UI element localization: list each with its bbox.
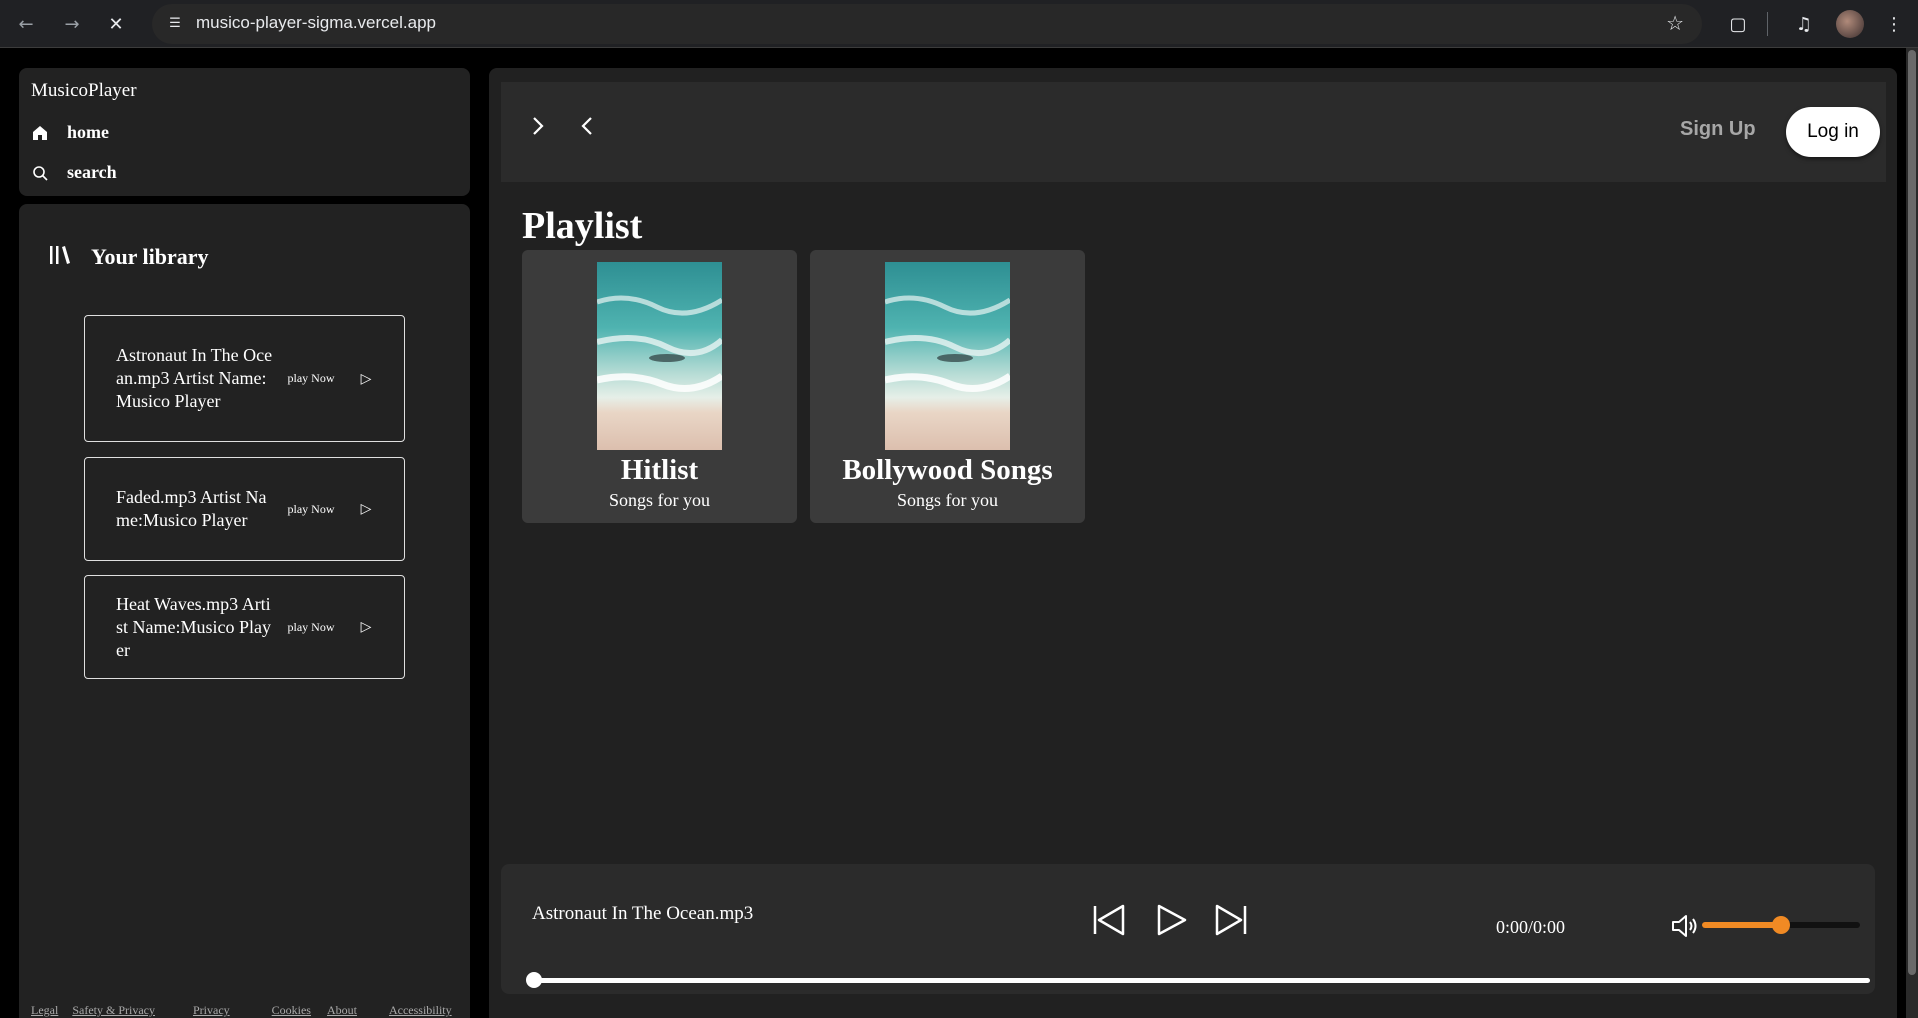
forward-icon[interactable]: →	[56, 8, 88, 40]
volume-slider-handle[interactable]	[1772, 916, 1790, 934]
song-info: Faded.mp3 Artist Name:Musico Player	[116, 487, 267, 530]
footer-links: Legal Safety & Privacy Privacy Cookies A…	[31, 1003, 452, 1018]
sidebar-item-label: home	[67, 122, 109, 142]
play-now-label[interactable]: play Now	[276, 371, 346, 386]
playlist-cover-image	[885, 262, 1010, 450]
main-header: Sign Up Log in	[501, 82, 1886, 182]
play-button[interactable]	[1153, 902, 1189, 943]
toolbar-divider	[1767, 12, 1768, 36]
playlist-card-bollywood[interactable]: Bollywood Songs Songs for you	[810, 250, 1085, 523]
media-control-icon[interactable]: ♫	[1788, 8, 1820, 40]
volume-slider[interactable]	[1702, 916, 1860, 934]
sidebar-item-search[interactable]: search	[31, 162, 117, 183]
scrollbar-thumb[interactable]	[1908, 50, 1916, 975]
sidebar-item-label: search	[67, 162, 117, 182]
play-icon[interactable]: ▷	[346, 371, 386, 387]
library-header[interactable]: Your library	[49, 244, 209, 270]
play-now-label[interactable]: play Now	[276, 620, 346, 635]
play-now-label[interactable]: play Now	[276, 502, 346, 517]
page-scrollbar[interactable]	[1906, 48, 1918, 1018]
browser-toolbar: ← → ✕ ☰ musico-player-sigma.vercel.app ☆…	[0, 0, 1918, 48]
library-icon	[49, 245, 73, 270]
playlist-card-title: Hitlist	[620, 454, 699, 486]
profile-avatar[interactable]	[1836, 10, 1864, 38]
signup-button[interactable]: Sign Up	[1680, 118, 1756, 141]
play-icon[interactable]: ▷	[346, 501, 386, 517]
list-item[interactable]: Faded.mp3 Artist Name:Musico Player play…	[84, 457, 405, 561]
sidebar-item-home[interactable]: home	[31, 122, 109, 143]
bookmark-star-icon[interactable]: ☆	[1666, 11, 1684, 35]
song-info: Heat Waves.mp3 Artist Name:Musico Player	[116, 593, 271, 660]
extensions-icon[interactable]: ▢	[1722, 8, 1754, 40]
sidebar-nav: MusicoPlayer home search	[19, 68, 470, 196]
playback-time: 0:00/0:00	[1496, 917, 1566, 937]
play-icon[interactable]: ▷	[346, 619, 386, 635]
library-panel: Your library Astronaut In The Ocean.mp3 …	[19, 204, 470, 1018]
player-bar: Astronaut In The Ocean.mp3 0:00/0:00	[501, 864, 1875, 994]
seek-bar[interactable]	[526, 972, 1870, 988]
url-text[interactable]: musico-player-sigma.vercel.app	[196, 13, 436, 33]
login-button[interactable]: Log in	[1786, 107, 1880, 157]
playlist-card-title: Bollywood Songs	[842, 454, 1053, 486]
next-track-button[interactable]	[1213, 902, 1249, 943]
playlist-card-subtitle: Songs for you	[896, 490, 998, 510]
main-panel: Sign Up Log in Playlist Hitlist Songs fo…	[489, 68, 1897, 1018]
footer-link-accessibility[interactable]: Accessibility	[389, 1003, 452, 1018]
stop-loading-icon[interactable]: ✕	[100, 8, 132, 40]
home-icon	[31, 124, 49, 142]
page-title: Playlist	[522, 205, 643, 247]
search-icon	[31, 164, 49, 182]
playlist-cover-image	[597, 262, 722, 450]
brand-name: MusicoPlayer	[31, 80, 137, 101]
previous-track-button[interactable]	[1091, 902, 1127, 943]
seek-bar-handle[interactable]	[526, 972, 542, 988]
playlist-card-hitlist[interactable]: Hitlist Songs for you	[522, 250, 797, 523]
list-item[interactable]: Astronaut In The Ocean.mp3 Artist Name:M…	[84, 315, 405, 442]
song-info: Astronaut In The Ocean.mp3 Artist Name:M…	[116, 345, 273, 411]
library-title: Your library	[91, 244, 209, 269]
volume-slider-fill	[1702, 922, 1781, 928]
chevron-right-icon[interactable]	[531, 114, 545, 144]
footer-link-cookies[interactable]: Cookies	[272, 1003, 311, 1018]
footer-link-safety[interactable]: Safety & Privacy	[72, 1003, 155, 1018]
now-playing-title: Astronaut In The Ocean.mp3	[532, 903, 754, 924]
menu-icon[interactable]: ⋮	[1878, 8, 1910, 40]
footer-link-legal[interactable]: Legal	[31, 1003, 58, 1018]
site-info-icon[interactable]: ☰	[164, 14, 186, 34]
chevron-left-icon[interactable]	[580, 114, 594, 144]
volume-icon[interactable]	[1671, 913, 1699, 944]
back-icon[interactable]: ←	[10, 8, 42, 40]
playlist-card-subtitle: Songs for you	[608, 490, 710, 510]
list-item[interactable]: Heat Waves.mp3 Artist Name:Musico Player…	[84, 575, 405, 679]
footer-link-privacy[interactable]: Privacy	[193, 1003, 230, 1018]
address-bar[interactable]: ☰ musico-player-sigma.vercel.app ☆	[152, 4, 1702, 44]
footer-link-about[interactable]: About	[327, 1003, 357, 1018]
